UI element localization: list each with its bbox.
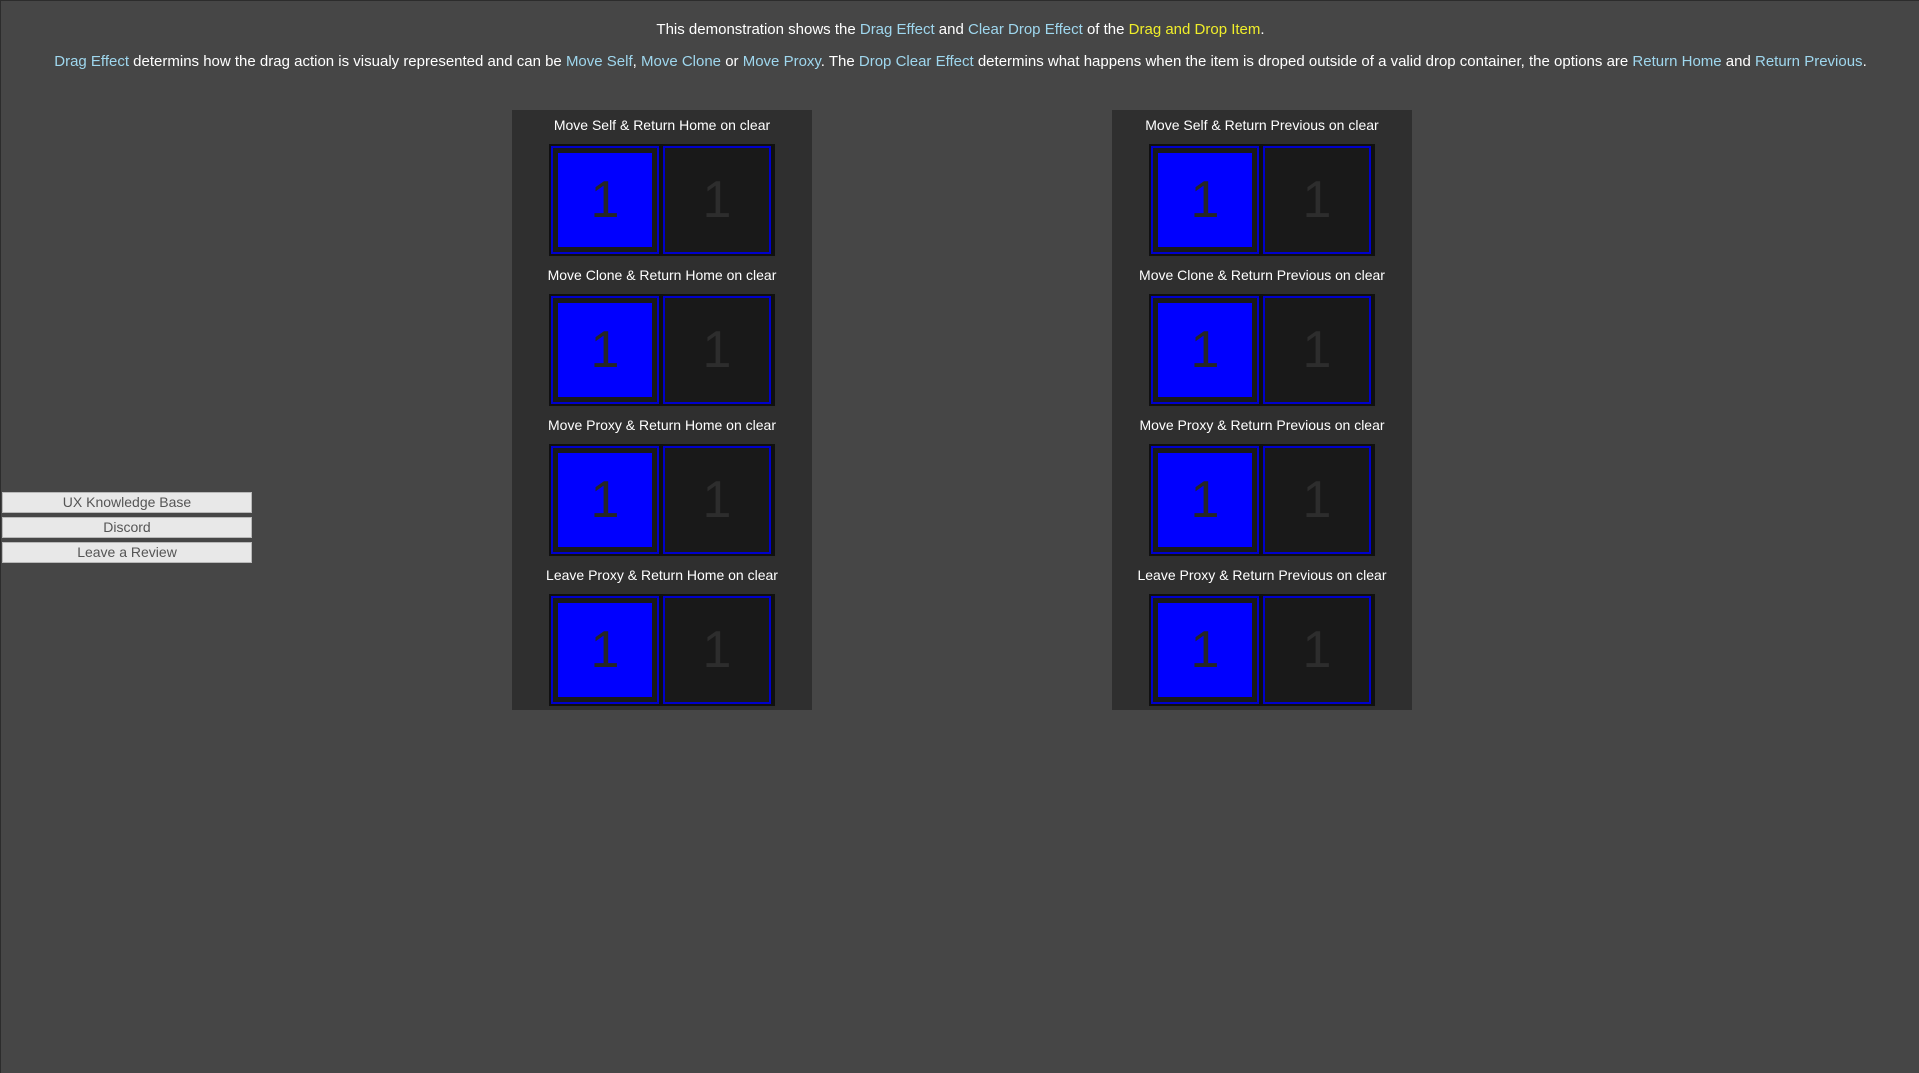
slot-container: 1 1 [1149, 594, 1375, 706]
slot-placeholder-label: 1 [702, 471, 732, 529]
drag-item[interactable]: 1 [1158, 303, 1252, 397]
demo-title: Leave Proxy & Return Previous on clear [1137, 567, 1387, 583]
term-drag-and-drop-item: Drag and Drop Item [1128, 21, 1261, 38]
demo-move-self-return-previous: Move Self & Return Previous on clear 1 1 [1112, 110, 1412, 260]
demo-title: Move Proxy & Return Home on clear [548, 417, 776, 433]
demo-leave-proxy-return-home: Leave Proxy & Return Home on clear 1 1 [512, 560, 812, 710]
intro-text: . The [820, 53, 859, 70]
demo-move-proxy-return-previous: Move Proxy & Return Previous on clear 1 … [1112, 410, 1412, 560]
demo-title: Move Clone & Return Home on clear [547, 267, 777, 283]
intro-text: or [721, 53, 743, 70]
term-move-clone: Move Clone [640, 53, 722, 70]
drag-item[interactable]: 1 [1158, 153, 1252, 247]
intro-text: of the [1082, 21, 1129, 38]
slot-placeholder-label: 1 [702, 171, 732, 229]
term-return-home: Return Home [1632, 53, 1722, 70]
leave-a-review-button[interactable]: Leave a Review [2, 542, 252, 563]
drag-item[interactable]: 1 [1158, 603, 1252, 697]
intro-line-1: This demonstration shows the Drag Effect… [1, 21, 1919, 38]
drag-item[interactable]: 1 [558, 453, 652, 547]
term-drop-clear-effect: Drop Clear Effect [858, 53, 974, 70]
slot-container: 1 1 [1149, 294, 1375, 406]
slot-placeholder-label: 1 [1302, 321, 1332, 379]
intro-text: . [1260, 21, 1265, 38]
drop-slot-target[interactable]: 1 [1263, 596, 1371, 704]
drop-slot-home[interactable]: 1 [1151, 296, 1259, 404]
return-previous-panel: Move Self & Return Previous on clear 1 1… [1112, 110, 1412, 710]
drop-slot-target[interactable]: 1 [663, 596, 771, 704]
term-move-proxy: Move Proxy [742, 53, 821, 70]
slot-placeholder-label: 1 [702, 621, 732, 679]
drop-slot-home[interactable]: 1 [551, 146, 659, 254]
drop-slot-home[interactable]: 1 [551, 296, 659, 404]
demo-move-self-return-home: Move Self & Return Home on clear 1 1 [512, 110, 812, 260]
demo-page: This demonstration shows the Drag Effect… [0, 0, 1919, 1073]
slot-placeholder-label: 1 [1302, 171, 1332, 229]
drop-slot-home[interactable]: 1 [1151, 146, 1259, 254]
drag-item[interactable]: 1 [558, 603, 652, 697]
discord-button[interactable]: Discord [2, 517, 252, 538]
intro-text: , [632, 53, 641, 70]
drop-slot-target[interactable]: 1 [1263, 146, 1371, 254]
slot-container: 1 1 [549, 444, 775, 556]
intro-text: This demonstration shows the [656, 21, 860, 38]
drop-slot-target[interactable]: 1 [663, 446, 771, 554]
intro-text: and [934, 21, 968, 38]
drop-slot-target[interactable]: 1 [1263, 296, 1371, 404]
demo-move-clone-return-previous: Move Clone & Return Previous on clear 1 … [1112, 260, 1412, 410]
slot-placeholder-label: 1 [1302, 471, 1332, 529]
drop-slot-target[interactable]: 1 [1263, 446, 1371, 554]
drop-slot-home[interactable]: 1 [551, 596, 659, 704]
term-return-previous: Return Previous [1755, 53, 1863, 70]
demo-title: Move Proxy & Return Previous on clear [1139, 417, 1385, 433]
slot-placeholder-label: 1 [702, 321, 732, 379]
term-drag-effect: Drag Effect [54, 53, 130, 70]
demo-title: Move Self & Return Previous on clear [1145, 117, 1379, 133]
demo-move-proxy-return-home: Move Proxy & Return Home on clear 1 1 [512, 410, 812, 560]
demo-move-clone-return-home: Move Clone & Return Home on clear 1 1 [512, 260, 812, 410]
slot-container: 1 1 [1149, 444, 1375, 556]
demo-title: Leave Proxy & Return Home on clear [546, 567, 778, 583]
slot-container: 1 1 [549, 144, 775, 256]
term-drag-effect: Drag Effect [859, 21, 935, 38]
intro-text: . [1862, 53, 1867, 70]
ux-knowledge-base-button[interactable]: UX Knowledge Base [2, 492, 252, 513]
demo-leave-proxy-return-previous: Leave Proxy & Return Previous on clear 1… [1112, 560, 1412, 710]
term-clear-drop-effect: Clear Drop Effect [968, 21, 1083, 38]
demo-title: Move Clone & Return Previous on clear [1139, 267, 1385, 283]
return-home-panel: Move Self & Return Home on clear 1 1 Mov… [512, 110, 812, 710]
slot-container: 1 1 [1149, 144, 1375, 256]
drag-item[interactable]: 1 [1158, 453, 1252, 547]
drop-slot-home[interactable]: 1 [551, 446, 659, 554]
intro-line-2: Drag Effect determins how the drag actio… [1, 53, 1919, 70]
drop-slot-home[interactable]: 1 [1151, 596, 1259, 704]
drop-slot-target[interactable]: 1 [663, 146, 771, 254]
slot-placeholder-label: 1 [1302, 621, 1332, 679]
term-move-self: Move Self [565, 53, 633, 70]
slot-container: 1 1 [549, 594, 775, 706]
side-links: UX Knowledge Base Discord Leave a Review [2, 492, 252, 567]
slot-container: 1 1 [549, 294, 775, 406]
intro-text: determins how the drag action is visualy… [129, 53, 566, 70]
drag-item[interactable]: 1 [558, 153, 652, 247]
intro-text: determins what happens when the item is … [973, 53, 1633, 70]
intro-text: and [1721, 53, 1755, 70]
demo-title: Move Self & Return Home on clear [553, 117, 771, 133]
drag-item[interactable]: 1 [558, 303, 652, 397]
drop-slot-target[interactable]: 1 [663, 296, 771, 404]
drop-slot-home[interactable]: 1 [1151, 446, 1259, 554]
